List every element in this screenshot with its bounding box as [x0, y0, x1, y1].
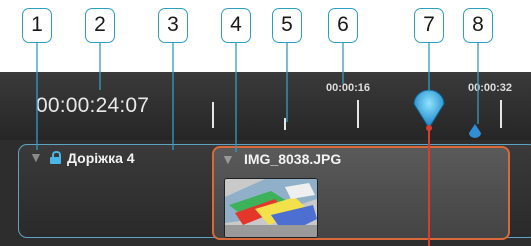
playhead-line[interactable]	[428, 130, 430, 246]
lock-icon[interactable]	[50, 151, 61, 164]
callout-2: 2	[85, 8, 115, 43]
ruler-tick	[284, 118, 286, 130]
clip-thumbnail	[224, 178, 318, 238]
callout-6: 6	[328, 8, 358, 43]
clip-name: IMG_8038.JPG	[244, 151, 342, 167]
chevron-down-icon[interactable]: ▼	[29, 149, 43, 165]
chevron-down-icon[interactable]: ▼	[221, 151, 235, 167]
callout-4: 4	[221, 8, 251, 43]
ruler-tick	[357, 100, 359, 128]
callout-8: 8	[463, 8, 493, 43]
callout-5: 5	[272, 8, 302, 43]
ruler-label-32s: 00:00:32	[468, 82, 513, 94]
ruler-tick	[212, 102, 214, 128]
callout-1: 1	[22, 8, 52, 43]
callout-7: 7	[414, 8, 444, 43]
time-ruler[interactable]: 00:00:24:07 00:00:16 00:00:32	[0, 72, 531, 140]
current-timecode: 00:00:24:07	[36, 94, 150, 117]
callout-3: 3	[158, 8, 188, 43]
ruler-tick	[500, 100, 502, 128]
ruler-label-16s: 00:00:16	[326, 82, 371, 94]
track-name: Доріжка 4	[67, 150, 135, 166]
media-clip[interactable]: ▼ IMG_8038.JPG	[212, 146, 510, 240]
timeline-panel[interactable]: 00:00:24:07 00:00:16 00:00:32 ▼ Доріжка …	[0, 72, 531, 246]
marker-icon[interactable]	[469, 124, 481, 138]
playhead-handle[interactable]	[412, 90, 446, 132]
